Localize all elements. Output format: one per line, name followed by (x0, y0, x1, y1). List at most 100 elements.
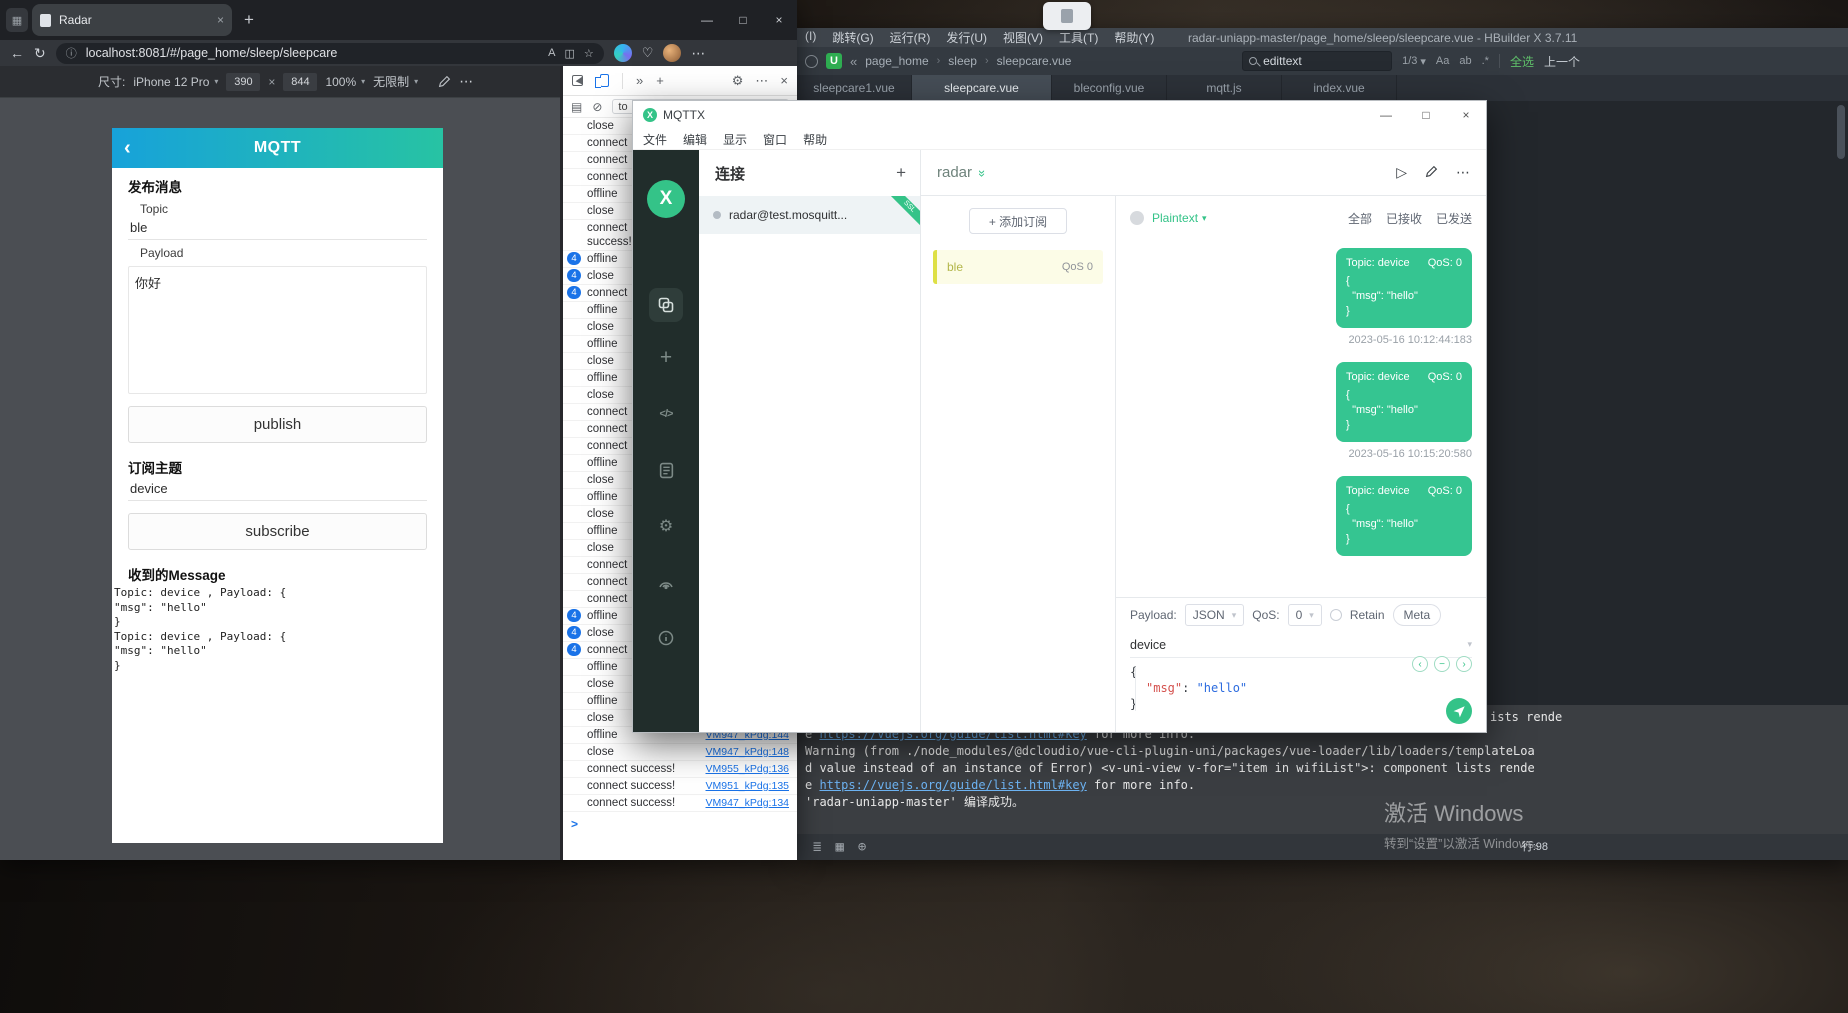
find-input[interactable]: edittext (1242, 51, 1393, 71)
message-filter-tab[interactable]: 已发送 (1436, 210, 1472, 227)
format-select[interactable]: Plaintext (1152, 211, 1198, 225)
console-source-link[interactable]: VM955_kPdg:136 (700, 762, 789, 776)
breadcrumb-item[interactable]: sleep (948, 54, 977, 68)
console-source-link[interactable]: VM951_kPdg:135 (700, 779, 789, 793)
tab-bleconfig-vue[interactable]: bleconfig.vue (1052, 75, 1167, 101)
menu-item[interactable]: (I) (797, 29, 824, 46)
subscribe-button[interactable]: subscribe (128, 513, 427, 550)
devtools-settings-icon[interactable]: ⚙ (732, 73, 744, 89)
console-sidebar-icon[interactable]: ▤ (571, 100, 582, 114)
history-prev-icon[interactable]: ‹ (1412, 656, 1428, 672)
script-icon[interactable]: </> (654, 402, 678, 426)
refresh-button[interactable]: ↻ (34, 45, 46, 62)
settings-gear-icon[interactable]: ⚙ (654, 514, 678, 538)
menu-item[interactable]: 帮助(Y) (1106, 29, 1162, 46)
edit-connection-icon[interactable] (1425, 165, 1438, 181)
address-bar[interactable]: ⓘ localhost:8081/#/page_home/sleep/sleep… (55, 42, 604, 64)
retain-radio[interactable] (1329, 609, 1342, 621)
browser-tab[interactable]: Radar × (32, 4, 232, 36)
menu-item[interactable]: 工具(T) (1051, 29, 1106, 46)
meta-button[interactable]: Meta (1392, 604, 1442, 626)
console-source-link[interactable]: VM947_kPdg:148 (700, 745, 789, 759)
height-input[interactable]: 844 (283, 72, 318, 91)
editor-scrollbar[interactable] (1837, 105, 1845, 159)
subscription-item[interactable]: ble QoS 0 (933, 250, 1103, 284)
browser-essentials-icon[interactable]: ♡ (642, 45, 654, 61)
menu-item[interactable]: 显示 (723, 131, 747, 148)
tab-sleepcare1-vue[interactable]: sleepcare1.vue (797, 75, 912, 101)
clear-console-icon[interactable]: ⊘ (592, 100, 602, 114)
device-select[interactable]: iPhone 12 Pro ▾ (133, 75, 218, 89)
history-next-icon[interactable]: › (1456, 656, 1472, 672)
message-bubble[interactable]: Topic: device QoS: 0 { "msg": "hello" } (1336, 362, 1472, 442)
match-case-icon[interactable]: Aa (1436, 55, 1449, 67)
message-filter-tab[interactable]: 已接收 (1386, 210, 1422, 227)
width-input[interactable]: 390 (226, 72, 261, 91)
new-connection-icon[interactable]: + (654, 346, 678, 370)
topic-input[interactable]: ble (128, 216, 427, 240)
send-button[interactable] (1446, 698, 1472, 724)
more-options-icon[interactable]: ⋯ (1456, 164, 1470, 181)
more-panels-icon[interactable]: » (636, 73, 643, 88)
publish-button[interactable]: publish (128, 406, 427, 443)
play-button[interactable]: ▷ (1396, 164, 1407, 181)
tab-close-icon[interactable]: × (217, 13, 224, 27)
minimize-button[interactable]: — (689, 0, 725, 40)
payload-format-select[interactable]: JSON ▾ (1184, 604, 1245, 626)
console-list-icon[interactable]: ≣ (813, 839, 821, 856)
double-chevron-down-icon[interactable]: » (975, 170, 990, 175)
maximize-button[interactable]: □ (1406, 101, 1446, 129)
add-connection-button[interactable]: + (896, 163, 906, 183)
tab-sleepcare-vue[interactable]: sleepcare.vue (912, 75, 1052, 101)
devtools-close-icon[interactable]: × (780, 73, 788, 88)
inspect-icon[interactable] (572, 75, 583, 86)
throttling-select[interactable]: 无限制 ▾ (373, 73, 418, 90)
add-subscription-button[interactable]: + 添加订阅 (969, 208, 1067, 234)
connections-icon[interactable] (649, 288, 683, 322)
site-info-icon[interactable]: ⓘ (66, 45, 77, 61)
connection-list-item[interactable]: radar@test.mosquitt... SSL (699, 196, 920, 234)
copilot-icon[interactable] (613, 44, 632, 62)
qos-select[interactable]: 0 ▾ (1287, 604, 1322, 626)
breadcrumb-item[interactable]: sleepcare.vue (997, 54, 1072, 68)
publish-topic-input[interactable]: device ▾ (1130, 632, 1472, 658)
console-source-link[interactable]: VM947_kPdg:134 (700, 796, 789, 810)
console-grid-icon[interactable]: ▦ (835, 839, 843, 856)
tab-index-vue[interactable]: index.vue (1282, 75, 1397, 101)
device-toolbar-more-icon[interactable]: ⋯ (459, 73, 473, 90)
workspaces-icon[interactable]: ▦ (6, 8, 28, 32)
message-bubble[interactable]: Topic: device QoS: 0 { "msg": "hello" } (1336, 248, 1472, 328)
console-globe-icon[interactable]: ⊕ (858, 839, 866, 856)
menu-item[interactable]: 跳转(G) (824, 29, 881, 46)
new-tab-button[interactable]: + (244, 10, 254, 30)
menu-item[interactable]: 发行(U) (938, 29, 995, 46)
broadcast-icon[interactable] (654, 570, 678, 594)
payload-textarea[interactable]: 你好 (128, 266, 427, 394)
browser-menu-icon[interactable]: ⋯ (691, 45, 705, 62)
breadcrumb-item[interactable]: page_home (865, 54, 928, 68)
back-button[interactable]: ← (10, 45, 24, 61)
console-prompt[interactable]: > (563, 813, 797, 835)
message-center-icon[interactable] (805, 54, 818, 68)
close-button[interactable]: × (1446, 101, 1486, 129)
console-link[interactable]: https://vuejs.org/guide/list.html#key (819, 778, 1086, 792)
zoom-select[interactable]: 100% ▾ (325, 75, 365, 89)
whole-word-icon[interactable]: ab (1459, 55, 1471, 67)
menu-item[interactable]: 窗口 (763, 131, 787, 148)
add-icon[interactable]: + (656, 73, 664, 88)
split-screen-icon[interactable]: ◫ (564, 47, 574, 60)
menu-item[interactable]: 帮助 (803, 131, 827, 148)
favorites-icon[interactable]: ☆ (584, 47, 594, 60)
menu-item[interactable]: 文件 (643, 131, 667, 148)
info-icon[interactable] (654, 626, 678, 650)
find-previous-button[interactable]: 上一个 (1544, 53, 1580, 70)
collapse-icon[interactable]: « (850, 54, 857, 69)
message-filter-tab[interactable]: 全部 (1348, 210, 1372, 227)
read-aloud-icon[interactable]: A (548, 47, 555, 59)
log-icon[interactable] (654, 458, 678, 482)
floating-widget[interactable] (1043, 2, 1091, 30)
message-bubble[interactable]: Topic: device QoS: 0 { "msg": "hello" } (1336, 476, 1472, 556)
minimize-button[interactable]: — (1366, 101, 1406, 129)
history-clear-icon[interactable]: − (1434, 656, 1450, 672)
device-toolbar-toggle-icon[interactable] (595, 74, 609, 88)
